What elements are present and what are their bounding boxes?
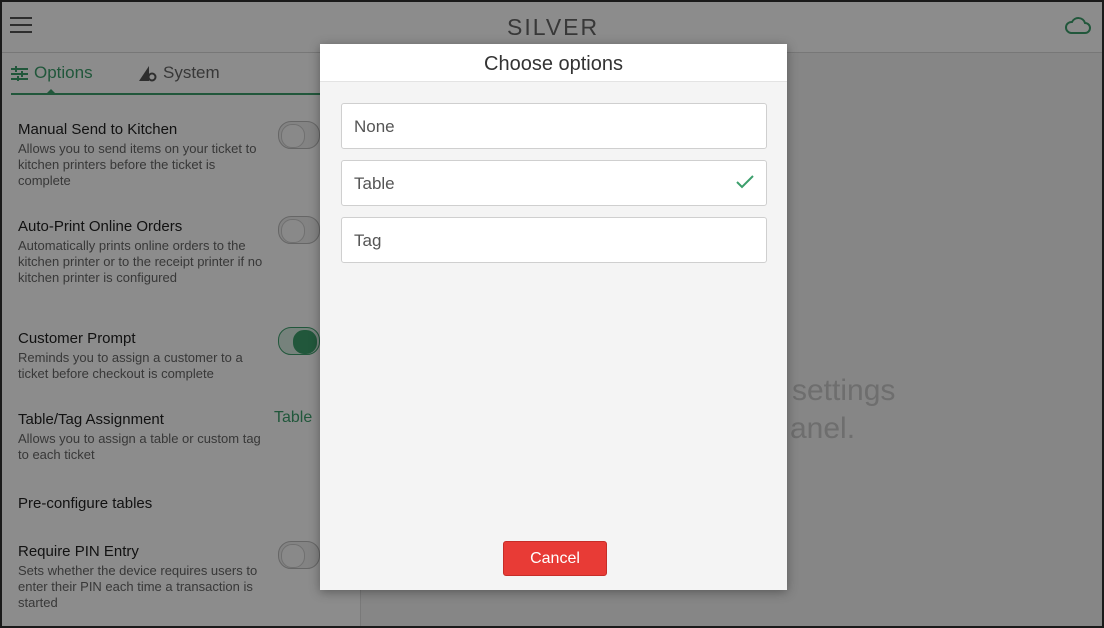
option-label: None xyxy=(354,117,395,136)
cancel-button[interactable]: Cancel xyxy=(503,541,607,576)
app-window: SILVER Options System Manual Send to Kit… xyxy=(0,0,1104,628)
checkmark-icon xyxy=(736,175,754,189)
option-label: Table xyxy=(354,174,395,193)
option-none[interactable]: None xyxy=(341,103,767,149)
option-label: Tag xyxy=(354,231,382,250)
option-table[interactable]: Table xyxy=(341,160,767,206)
option-tag[interactable]: Tag xyxy=(341,217,767,263)
choose-options-dialog: Choose options None Table Tag Cancel xyxy=(320,44,787,590)
dialog-title: Choose options xyxy=(320,44,787,82)
